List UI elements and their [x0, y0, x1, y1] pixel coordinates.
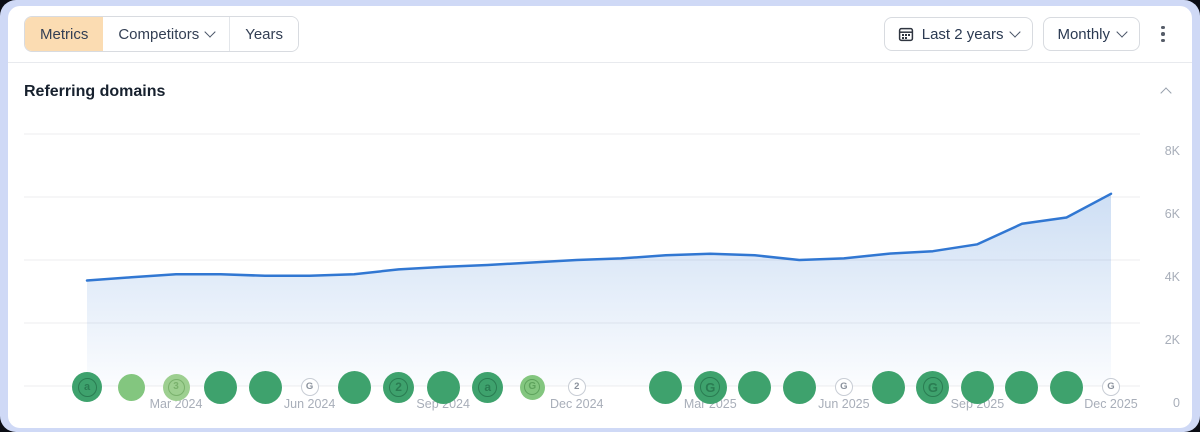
- event-marker[interactable]: G: [916, 371, 949, 404]
- event-marker[interactable]: [1050, 371, 1083, 404]
- toolbar: Metrics Competitors Years: [8, 6, 1192, 62]
- event-marker-glyph: a: [78, 378, 97, 397]
- event-marker[interactable]: [338, 371, 371, 404]
- event-marker[interactable]: a: [72, 372, 102, 402]
- event-marker-glyph: G: [306, 382, 313, 392]
- event-marker[interactable]: 2: [383, 372, 414, 403]
- event-marker[interactable]: G: [1102, 378, 1120, 396]
- event-marker-glyph: G: [524, 379, 540, 395]
- kebab-menu-icon: [1161, 26, 1165, 30]
- granularity-label: Monthly: [1057, 26, 1110, 43]
- event-marker[interactable]: 2: [568, 378, 586, 396]
- event-marker-glyph: G: [840, 382, 847, 392]
- date-range-button[interactable]: Last 2 years: [884, 17, 1034, 51]
- event-marker-glyph: a: [478, 378, 497, 397]
- tab-years[interactable]: Years: [229, 17, 298, 51]
- event-marker[interactable]: [1005, 371, 1038, 404]
- toolbar-right: Last 2 years Monthly: [884, 17, 1176, 51]
- event-marker[interactable]: 3: [163, 374, 190, 401]
- metrics-panel: Metrics Competitors Years: [8, 6, 1192, 428]
- tab-metrics[interactable]: Metrics: [25, 17, 103, 51]
- page-background: Metrics Competitors Years: [0, 0, 1200, 432]
- chevron-down-icon: [1116, 26, 1127, 37]
- event-marker[interactable]: [649, 371, 682, 404]
- event-marker[interactable]: [204, 371, 237, 404]
- event-marker-glyph: G: [923, 377, 943, 397]
- toolbar-divider: [8, 62, 1192, 63]
- event-marker[interactable]: G: [835, 378, 853, 396]
- panel-title: Referring domains: [24, 83, 165, 101]
- tab-years-label: Years: [245, 26, 283, 43]
- event-marker[interactable]: a: [472, 372, 503, 403]
- chevron-down-icon: [205, 26, 216, 37]
- chevron-down-icon: [1010, 26, 1021, 37]
- chevron-up-icon: [1160, 87, 1171, 98]
- event-marker[interactable]: G: [520, 375, 545, 400]
- view-tab-group: Metrics Competitors Years: [24, 16, 299, 52]
- event-marker[interactable]: [872, 371, 905, 404]
- tab-competitors[interactable]: Competitors: [103, 17, 229, 51]
- tab-metrics-label: Metrics: [40, 26, 88, 43]
- date-range-label: Last 2 years: [922, 26, 1004, 43]
- tab-competitors-label: Competitors: [118, 26, 199, 43]
- collapse-button[interactable]: [1156, 81, 1176, 104]
- event-marker[interactable]: [783, 371, 816, 404]
- event-marker-glyph: 2: [574, 382, 579, 392]
- granularity-button[interactable]: Monthly: [1043, 17, 1140, 51]
- event-marker[interactable]: [961, 371, 994, 404]
- event-marker[interactable]: G: [694, 371, 727, 404]
- event-marker[interactable]: [427, 371, 460, 404]
- event-marker-glyph: G: [1107, 382, 1114, 392]
- more-menu-button[interactable]: [1150, 17, 1176, 51]
- event-marker[interactable]: [738, 371, 771, 404]
- event-marker[interactable]: [118, 374, 145, 401]
- event-marker-glyph: 3: [168, 379, 185, 396]
- event-marker-glyph: 2: [389, 378, 408, 397]
- event-marker[interactable]: G: [301, 378, 319, 396]
- event-marker[interactable]: [249, 371, 282, 404]
- calendar-icon: [898, 26, 914, 42]
- panel-header: Referring domains: [24, 76, 1176, 108]
- event-marker-glyph: G: [700, 377, 720, 397]
